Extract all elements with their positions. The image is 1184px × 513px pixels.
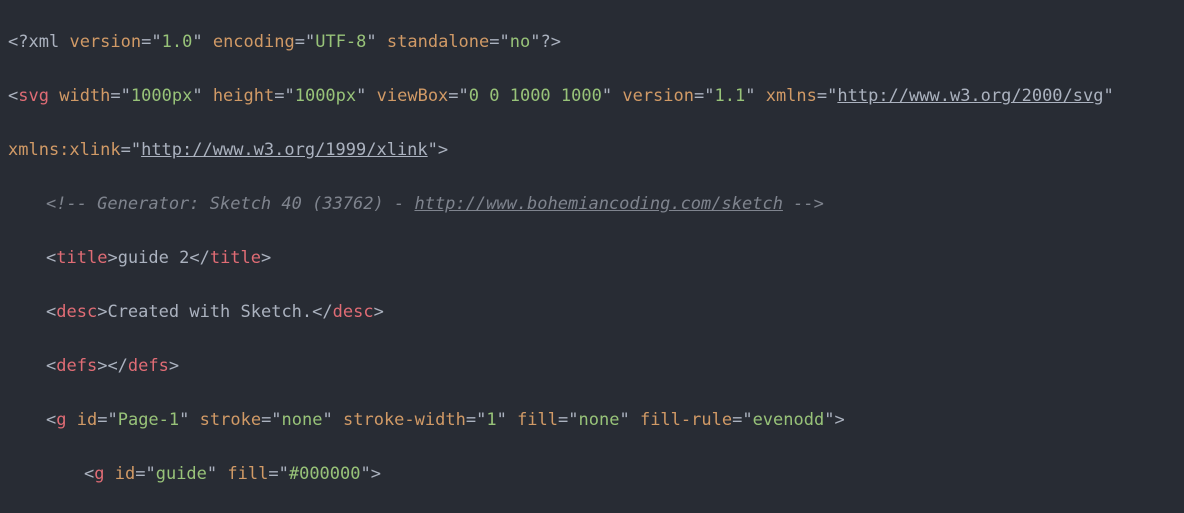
code-line: <desc>Created with Sketch.</desc> <box>8 299 1176 326</box>
svg-xlink-url: http://www.w3.org/1999/xlink <box>141 140 428 160</box>
g-outer-fill-rule: evenodd <box>753 410 825 430</box>
xml-version-value: 1.0 <box>162 32 193 52</box>
code-line: <title>guide 2</title> <box>8 245 1176 272</box>
code-line: <g id="guide" fill="#000000"> <box>8 461 1176 488</box>
code-line: <svg width="1000px" height="1000px" view… <box>8 83 1176 110</box>
g-outer-stroke-width: 1 <box>486 410 496 430</box>
xml-standalone-value: no <box>510 32 530 52</box>
comment-text-post: --> <box>783 194 824 214</box>
svg-viewbox-value: 0 0 1000 1000 <box>469 86 602 106</box>
desc-text: Created with Sketch. <box>107 302 312 322</box>
title-text: guide 2 <box>118 248 190 268</box>
code-line: xmlns:xlink="http://www.w3.org/1999/xlin… <box>8 137 1176 164</box>
g-outer-id: Page-1 <box>118 410 179 430</box>
comment-text-pre: <!-- Generator: Sketch 40 (33762) - <box>46 194 414 214</box>
g-inner-id: guide <box>156 464 207 484</box>
g-outer-stroke: none <box>282 410 323 430</box>
g-inner-fill: #000000 <box>289 464 361 484</box>
g-outer-fill: none <box>579 410 620 430</box>
svg-xmlns-url: http://www.w3.org/2000/svg <box>837 86 1103 106</box>
comment-url: http://www.bohemiancoding.com/sketch <box>414 194 782 214</box>
code-line: <defs></defs> <box>8 353 1176 380</box>
code-line: <g id="Page-1" stroke="none" stroke-widt… <box>8 407 1176 434</box>
svg-width-value: 1000px <box>131 86 192 106</box>
xml-encoding-value: UTF-8 <box>315 32 366 52</box>
code-line: <!-- Generator: Sketch 40 (33762) - http… <box>8 191 1176 218</box>
svg-height-value: 1000px <box>295 86 356 106</box>
code-line: <?xml version="1.0" encoding="UTF-8" sta… <box>8 29 1176 56</box>
code-editor-view: <?xml version="1.0" encoding="UTF-8" sta… <box>0 0 1184 513</box>
svg-version-value: 1.1 <box>714 86 745 106</box>
